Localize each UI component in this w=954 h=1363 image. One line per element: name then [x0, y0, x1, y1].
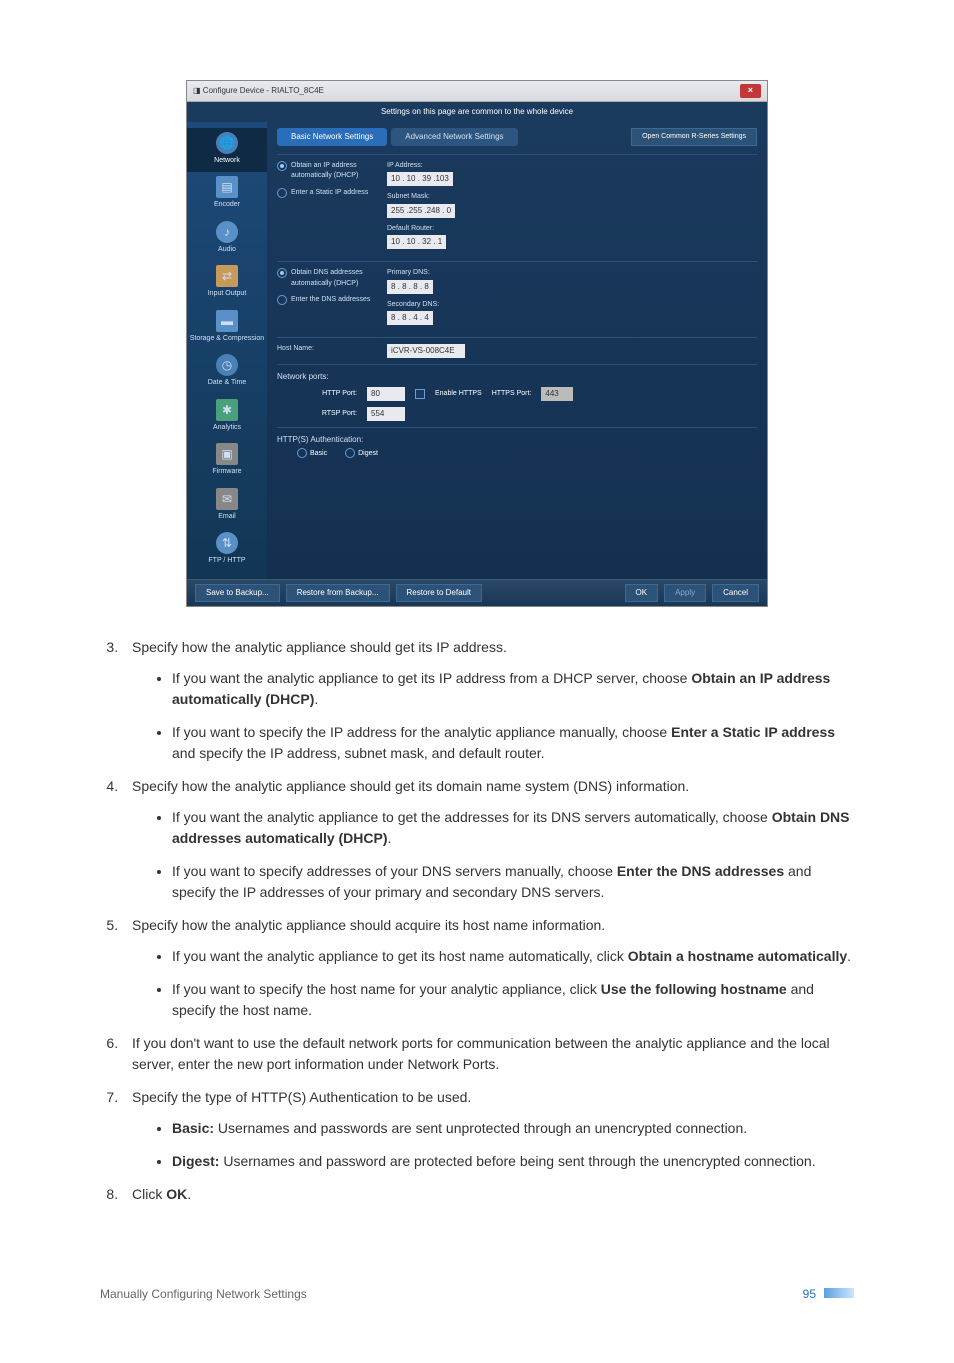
- sidebar: 🌐Network ▤Encoder ♪Audio ⇄Input Output ▬…: [187, 122, 267, 579]
- ip-address-input[interactable]: 10 . 10 . 39 .103: [387, 172, 453, 186]
- http-port-input[interactable]: 80: [367, 387, 405, 401]
- radio-icon: [277, 268, 287, 278]
- apply-button[interactable]: Apply: [664, 584, 706, 602]
- https-port-label: HTTPS Port:: [492, 389, 532, 400]
- dialog-footer: Save to Backup... Restore from Backup...…: [187, 579, 767, 606]
- radio-icon: [297, 448, 307, 458]
- title-bar: ◨ Configure Device - RIALTO_8C4E ×: [187, 81, 767, 102]
- sidebar-item-encoder[interactable]: ▤Encoder: [187, 172, 267, 217]
- encoder-icon: ▤: [216, 176, 238, 198]
- step-5a: If you want the analytic appliance to ge…: [172, 946, 854, 967]
- tab-advanced-network[interactable]: Advanced Network Settings: [391, 128, 517, 146]
- io-icon: ⇄: [216, 265, 238, 287]
- radio-icon: [277, 161, 287, 171]
- radio-auth-digest[interactable]: Digest: [345, 448, 378, 459]
- page-number: 95: [803, 1287, 816, 1301]
- radio-dhcp-ip[interactable]: Obtain an IP address automatically (DHCP…: [277, 161, 387, 182]
- ip-address-label: IP Address:: [387, 161, 757, 172]
- host-name-label: Host Name:: [277, 345, 314, 352]
- chip-icon: ▣: [216, 443, 238, 465]
- globe-icon: 🌐: [216, 132, 238, 154]
- https-port-input[interactable]: 443: [541, 387, 573, 401]
- cancel-button[interactable]: Cancel: [712, 584, 759, 602]
- step-4a: If you want the analytic appliance to ge…: [172, 807, 854, 849]
- step-3b: If you want to specify the IP address fo…: [172, 722, 854, 764]
- ftp-icon: ⇅: [216, 532, 238, 554]
- footer-title: Manually Configuring Network Settings: [100, 1285, 307, 1303]
- network-ports-heading: Network ports:: [277, 371, 757, 383]
- sidebar-item-audio[interactable]: ♪Audio: [187, 217, 267, 262]
- configure-device-dialog: ◨ Configure Device - RIALTO_8C4E × Setti…: [186, 80, 768, 607]
- audio-icon: ♪: [216, 221, 238, 243]
- restore-backup-button[interactable]: Restore from Backup...: [286, 584, 390, 602]
- window-icon: ◨: [193, 86, 201, 95]
- rtsp-port-label: RTSP Port:: [307, 409, 357, 420]
- step-3: Specify how the analytic appliance shoul…: [122, 637, 854, 764]
- sidebar-item-firmware[interactable]: ▣Firmware: [187, 439, 267, 484]
- sidebar-item-network[interactable]: 🌐Network: [187, 128, 267, 173]
- primary-dns-input[interactable]: 8 . 8 . 8 . 8: [387, 280, 433, 294]
- sidebar-item-analytics[interactable]: ✱Analytics: [187, 395, 267, 440]
- rtsp-port-input[interactable]: 554: [367, 407, 405, 421]
- close-button[interactable]: ×: [740, 84, 761, 98]
- save-backup-button[interactable]: Save to Backup...: [195, 584, 280, 602]
- subnet-mask-label: Subnet Mask:: [387, 192, 757, 203]
- step-7: Specify the type of HTTP(S) Authenticati…: [122, 1087, 854, 1172]
- enable-https-label: Enable HTTPS: [435, 389, 482, 400]
- radio-enter-dns[interactable]: Enter the DNS addresses: [277, 295, 387, 306]
- default-router-label: Default Router:: [387, 224, 757, 235]
- main-panel: Open Common R-Series Settings Basic Netw…: [267, 122, 767, 579]
- storage-icon: ▬: [216, 310, 238, 332]
- restore-default-button[interactable]: Restore to Default: [396, 584, 482, 602]
- open-common-settings-button[interactable]: Open Common R-Series Settings: [631, 128, 757, 147]
- enable-https-checkbox[interactable]: [415, 389, 425, 399]
- step-7b: Digest: Usernames and password are prote…: [172, 1151, 854, 1172]
- radio-auth-basic[interactable]: Basic: [297, 448, 327, 459]
- subnet-mask-input[interactable]: 255 .255 .248 . 0: [387, 204, 455, 218]
- sidebar-item-storage[interactable]: ▬Storage & Compression: [187, 306, 267, 351]
- secondary-dns-label: Secondary DNS:: [387, 300, 757, 311]
- analytics-icon: ✱: [216, 399, 238, 421]
- common-banner: Settings on this page are common to the …: [187, 102, 767, 122]
- page-footer: Manually Configuring Network Settings 95: [100, 1285, 854, 1303]
- radio-dhcp-dns[interactable]: Obtain DNS addresses automatically (DHCP…: [277, 268, 387, 289]
- footer-decor-icon: [824, 1288, 854, 1298]
- step-4: Specify how the analytic appliance shoul…: [122, 776, 854, 903]
- sidebar-item-io[interactable]: ⇄Input Output: [187, 261, 267, 306]
- sidebar-item-email[interactable]: ✉Email: [187, 484, 267, 529]
- tab-basic-network[interactable]: Basic Network Settings: [277, 128, 387, 146]
- instruction-list: Specify how the analytic appliance shoul…: [100, 637, 854, 1205]
- radio-icon: [277, 295, 287, 305]
- auth-heading: HTTP(S) Authentication:: [277, 434, 757, 446]
- sidebar-item-date[interactable]: ◷Date & Time: [187, 350, 267, 395]
- sidebar-item-ftp[interactable]: ⇅FTP / HTTP: [187, 528, 267, 573]
- default-router-input[interactable]: 10 . 10 . 32 . 1: [387, 235, 446, 249]
- clock-icon: ◷: [216, 354, 238, 376]
- secondary-dns-input[interactable]: 8 . 8 . 4 . 4: [387, 311, 433, 325]
- window-title: Configure Device - RIALTO_8C4E: [203, 86, 324, 95]
- step-7a: Basic: Usernames and passwords are sent …: [172, 1118, 854, 1139]
- step-5: Specify how the analytic appliance shoul…: [122, 915, 854, 1021]
- ok-button[interactable]: OK: [625, 584, 659, 602]
- radio-static-ip[interactable]: Enter a Static IP address: [277, 188, 387, 199]
- radio-icon: [345, 448, 355, 458]
- radio-icon: [277, 188, 287, 198]
- host-name-input[interactable]: iCVR-VS-008C4E: [387, 344, 465, 358]
- step-6: If you don't want to use the default net…: [122, 1033, 854, 1075]
- email-icon: ✉: [216, 488, 238, 510]
- step-5b: If you want to specify the host name for…: [172, 979, 854, 1021]
- step-3a: If you want the analytic appliance to ge…: [172, 668, 854, 710]
- http-port-label: HTTP Port:: [307, 389, 357, 400]
- step-8: Click OK.: [122, 1184, 854, 1205]
- primary-dns-label: Primary DNS:: [387, 268, 757, 279]
- step-4b: If you want to specify addresses of your…: [172, 861, 854, 903]
